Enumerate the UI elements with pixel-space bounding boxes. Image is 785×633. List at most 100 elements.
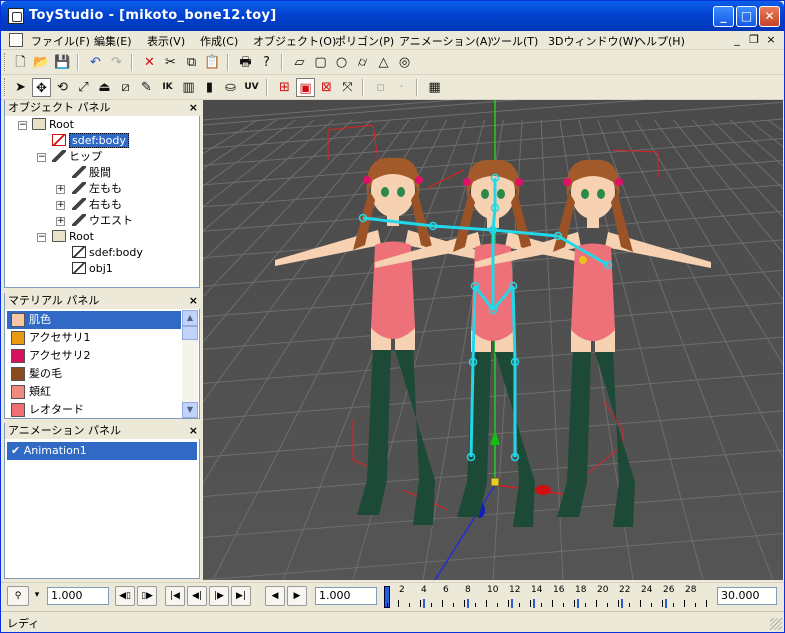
flat-icon[interactable]: ▮ [200, 78, 219, 97]
scroll-up-icon[interactable]: ▲ [182, 310, 198, 326]
help-icon[interactable]: ? [257, 53, 276, 72]
tree-item[interactable]: 股間 [72, 165, 111, 181]
cone-primitive-icon[interactable]: △ [374, 53, 393, 72]
key-tool-icon[interactable]: ⚲ [7, 586, 29, 606]
menu-edit[interactable]: 編集(E) [94, 33, 132, 49]
material-item[interactable]: アクセサリ2 [7, 347, 181, 365]
next-key-icon[interactable]: ▯▶ [137, 586, 157, 606]
last-frame-icon[interactable]: ▶| [231, 586, 251, 606]
tree-item[interactable]: 左もも [72, 181, 122, 197]
tree-item[interactable]: sdef:body [52, 133, 129, 149]
hierarchy-icon[interactable]: ⊞ [275, 78, 294, 97]
forward-icon[interactable]: ▶ [287, 586, 307, 606]
menu-polygon[interactable]: ポリゴン(P) [335, 33, 394, 49]
plane-primitive-icon[interactable]: ▱ [290, 53, 309, 72]
bone-tool-icon[interactable]: ✎ [137, 78, 156, 97]
extrude-icon[interactable]: ⏏ [95, 78, 114, 97]
maximize-button[interactable]: □ [736, 6, 757, 27]
3d-viewport[interactable] [203, 100, 783, 580]
keyframe-marker[interactable] [533, 599, 535, 608]
scroll-down-icon[interactable]: ▼ [182, 402, 198, 418]
menu-file[interactable]: ファイル(F) [31, 33, 90, 49]
playback-speed-input[interactable]: 1.000 [47, 587, 109, 605]
keyframe-marker[interactable] [621, 599, 623, 608]
tree-item[interactable]: 右もも [72, 197, 122, 213]
minimize-button[interactable]: _ [713, 6, 734, 27]
menu-tool[interactable]: ツール(T) [490, 33, 538, 49]
animation-panel-close-button[interactable]: × [189, 423, 198, 439]
tree-expander[interactable]: − [37, 233, 46, 242]
menu-3dwindow[interactable]: 3Dウィンドウ(W) [548, 33, 638, 49]
print-icon[interactable]: 🖶 [236, 53, 255, 72]
tree-item[interactable]: sdef:body [72, 245, 143, 261]
tree-expander[interactable]: − [37, 153, 46, 162]
material-item[interactable]: 髪の毛 [7, 365, 181, 383]
mdi-restore-button[interactable]: ❐ [746, 33, 762, 47]
material-item[interactable]: レオタード [7, 401, 181, 418]
mdi-minimize-button[interactable]: _ [729, 33, 745, 47]
tree-item[interactable]: Root [52, 229, 94, 245]
torus-primitive-icon[interactable]: ◎ [395, 53, 414, 72]
keyframe-marker[interactable] [423, 599, 425, 608]
move-icon[interactable]: ✥ [32, 78, 51, 97]
scale-icon[interactable]: ⤢ [74, 78, 93, 97]
select-arrow-icon[interactable]: ➤ [11, 78, 30, 97]
smooth-icon[interactable]: ▥ [179, 78, 198, 97]
tree-expander[interactable]: + [56, 217, 65, 226]
menu-help[interactable]: ヘルプ(H) [635, 33, 685, 49]
resize-grip[interactable] [770, 618, 782, 630]
keyframe-marker[interactable] [511, 599, 513, 608]
material-panel-close-button[interactable]: × [189, 293, 198, 309]
redo-icon[interactable]: ↷ [107, 53, 126, 72]
toolbar-grip[interactable] [4, 53, 7, 71]
timeline-track[interactable]: 2 4 6 8 10 12 14 16 18 20 22 24 26 28 [381, 584, 711, 609]
paint-icon[interactable]: ⛀ [221, 78, 240, 97]
mdi-close-button[interactable]: × [763, 33, 779, 47]
prev-key-icon[interactable]: ◀▯ [115, 586, 135, 606]
tree-expander[interactable]: + [56, 185, 65, 194]
tree-item[interactable]: ウエスト [72, 213, 133, 229]
play-icon[interactable]: |▶ [209, 586, 229, 606]
point-icon[interactable]: · [392, 78, 411, 97]
tree-expander[interactable]: + [56, 201, 65, 210]
material-scrollbar[interactable]: ▲ ▼ [182, 310, 198, 418]
title-bar[interactable]: ToyStudio - [mikoto_bone12.toy] _ □ ✕ [1, 1, 784, 31]
material-item[interactable]: 頬紅 [7, 383, 181, 401]
copy-icon[interactable]: ⧉ [182, 53, 201, 72]
sphere-primitive-icon[interactable]: ○ [332, 53, 351, 72]
material-item[interactable]: アクセサリ1 [7, 329, 181, 347]
rotate-icon[interactable]: ⟲ [53, 78, 72, 97]
delete-icon[interactable]: ✕ [140, 53, 159, 72]
mesh-edit-icon[interactable]: ⧄ [116, 78, 135, 97]
polygon-mode-icon[interactable]: ⊠ [317, 78, 336, 97]
current-frame-input[interactable]: 1.000 [315, 587, 377, 605]
toolbar-grip[interactable] [4, 78, 7, 96]
object-panel-close-button[interactable]: × [189, 100, 198, 116]
keyframe-marker[interactable] [577, 599, 579, 608]
snap-off-icon[interactable]: ▫ [371, 78, 390, 97]
cube-primitive-icon[interactable]: ▢ [311, 53, 330, 72]
end-frame-input[interactable]: 30.000 [717, 587, 777, 605]
menu-create[interactable]: 作成(C) [200, 33, 238, 49]
tree-item[interactable]: obj1 [72, 261, 113, 277]
cylinder-primitive-icon[interactable]: ⌭ [353, 53, 372, 72]
reverse-icon[interactable]: ◀ [265, 586, 285, 606]
tree-item[interactable]: ヒップ [52, 149, 102, 165]
menu-view[interactable]: 表示(V) [147, 33, 185, 49]
close-button[interactable]: ✕ [759, 6, 780, 27]
viewport-canvas[interactable] [203, 100, 783, 580]
scroll-thumb[interactable] [182, 326, 198, 340]
new-file-icon[interactable]: 🗋 [11, 53, 30, 72]
cut-icon[interactable]: ✂ [161, 53, 180, 72]
tree-item[interactable]: Root [32, 117, 74, 133]
tree-expander[interactable]: − [18, 121, 27, 130]
animation-item[interactable]: ✔ Animation1 [7, 442, 197, 460]
app-icon[interactable] [8, 8, 24, 24]
save-icon[interactable]: 💾 [53, 53, 72, 72]
keyframe-marker[interactable] [467, 599, 469, 608]
prev-frame-icon[interactable]: ◀| [187, 586, 207, 606]
keyframe-marker[interactable] [665, 599, 667, 608]
uv-tool[interactable]: UV [242, 78, 261, 97]
ik-tool[interactable]: IK [158, 78, 177, 97]
paste-icon[interactable]: 📋 [203, 53, 222, 72]
